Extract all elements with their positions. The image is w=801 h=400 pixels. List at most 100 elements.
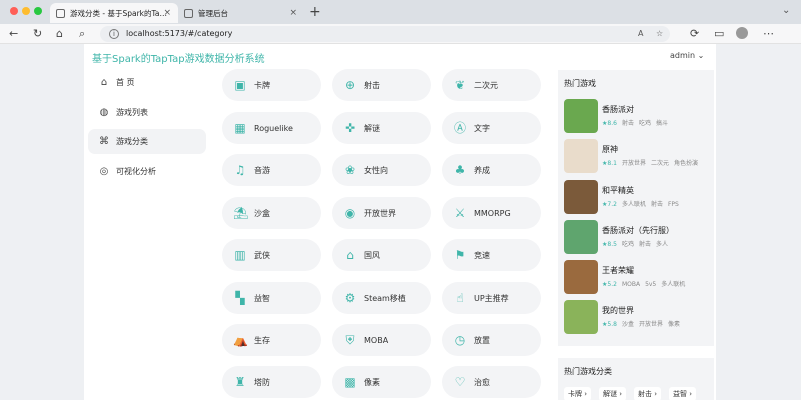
favorite-icon[interactable]: ☆ (656, 26, 663, 42)
butterfly-icon: ❀ (344, 163, 356, 177)
category-card[interactable]: ▥ 武侠 (222, 239, 321, 271)
game-item[interactable]: 香肠派对 ★8.6 射击 吃鸡 搞斗 (564, 99, 710, 135)
category-card[interactable]: ⊕ 射击 (332, 69, 431, 101)
browser-tab-admin[interactable]: 管理后台 × (178, 3, 304, 23)
category-card[interactable]: ▣ 卡牌 (222, 69, 321, 101)
category-label: 二次元 (474, 80, 498, 90)
game-name: 原神 (602, 145, 618, 154)
category-card[interactable]: ◷ 放置 (442, 324, 541, 356)
category-card[interactable]: ✜ 解谜 (332, 112, 431, 144)
game-tag: 多人联机 (661, 281, 686, 288)
profile-avatar-icon[interactable] (736, 27, 748, 39)
game-name: 香肠派对（先行服） (602, 226, 674, 235)
category-card[interactable]: ❦ 二次元 (442, 69, 541, 101)
extensions-icon[interactable]: ⟳ (690, 26, 699, 42)
category-card[interactable]: ⚑ 竞速 (442, 239, 541, 271)
game-item[interactable]: 香肠派对（先行服） ★8.5 吃鸡 射击 多人 (564, 220, 710, 256)
game-item[interactable]: 王者荣耀 ★5.2 MOBA 5v5 多人联机 (564, 260, 710, 296)
category-card[interactable]: ⛨ MOBA (332, 324, 431, 356)
category-label: 解谜 (364, 123, 380, 133)
scroll-icon: ▥ (234, 248, 246, 262)
minimize-window-button[interactable] (22, 7, 30, 15)
game-tag: 二次元 (650, 160, 669, 167)
category-card[interactable]: ⛱ 沙盒 (222, 197, 321, 229)
tab-title: 游戏分类 - 基于Spark的TapTap游戏数据分析系统 (70, 8, 170, 18)
cards-icon: ▣ (234, 78, 246, 92)
category-card[interactable]: ♜ 塔防 (222, 366, 321, 398)
category-label: 文字 (474, 123, 490, 133)
game-tag: 5v5 (645, 281, 657, 288)
category-label: 射击 (364, 80, 380, 90)
anime-icon: ❦ (454, 78, 466, 92)
category-card[interactable]: ♫ 音游 (222, 154, 321, 186)
idle-icon: ◷ (454, 333, 466, 347)
more-options-icon[interactable]: ⋯ (763, 26, 774, 42)
category-card[interactable]: ❀ 女性向 (332, 154, 431, 186)
sidebar-item-visualization[interactable]: ◎ 可视化分析 (88, 159, 206, 184)
close-window-button[interactable] (10, 7, 18, 15)
game-item[interactable]: 原神 ★8.1 开放世界 二次元 角色扮演 (564, 139, 710, 175)
category-label: Roguelike (254, 123, 293, 133)
category-card[interactable]: ♡ 治愈 (442, 366, 541, 398)
category-card[interactable]: ☝ UP主推荐 (442, 282, 541, 314)
blocks-icon: ▚ (235, 291, 245, 305)
swords-icon: ⚔ (454, 206, 466, 220)
flag-icon: ⚑ (454, 248, 466, 262)
hot-games-title: 热门游戏 (564, 79, 596, 88)
browser-toolbar: ← ↻ ⌂ ⌕ i localhost:5173/#/category A ☆ … (0, 24, 801, 44)
maximize-window-button[interactable] (34, 7, 42, 15)
reload-icon[interactable]: ↻ (33, 26, 42, 42)
game-name: 我的世界 (602, 306, 634, 315)
chart-icon: ◎ (99, 166, 109, 177)
category-label: 开放世界 (364, 208, 396, 218)
tower-icon: ♜ (234, 375, 246, 389)
new-tab-icon[interactable]: + (309, 4, 321, 20)
hot-categories-title: 热门游戏分类 (564, 367, 612, 376)
close-tab-icon[interactable]: × (289, 8, 297, 18)
hot-category-chip[interactable]: 解谜 › (599, 387, 627, 400)
game-item[interactable]: 和平精英 ★7.2 多人联机 射击 FPS (564, 180, 710, 216)
sidebar-item-game-list[interactable]: ◍ 游戏列表 (88, 100, 206, 125)
category-card[interactable]: Ⓐ 文字 (442, 112, 541, 144)
browser-tab-category[interactable]: 游戏分类 - 基于Spark的TapTap游戏数据分析系统 × (50, 3, 178, 23)
category-card[interactable]: ◉ 开放世界 (332, 197, 431, 229)
category-card[interactable]: ⚙ Steam移植 (332, 282, 431, 314)
category-card[interactable]: ▦ Roguelike (222, 112, 321, 144)
sidebar-item-label: 首 页 (116, 78, 135, 87)
address-bar[interactable]: i localhost:5173/#/category A ☆ (100, 26, 670, 42)
category-label: 音游 (254, 165, 270, 175)
site-info-icon[interactable]: i (109, 29, 119, 39)
read-aloud-icon[interactable]: A (638, 26, 643, 42)
pixel-icon: ▩ (344, 375, 356, 389)
user-menu[interactable]: admin ⌄ (670, 51, 704, 60)
category-card[interactable]: ⌂ 国风 (332, 239, 431, 271)
category-label: Steam移植 (364, 293, 406, 303)
category-label: MMORPG (474, 208, 511, 218)
category-card[interactable]: ⚔ MMORPG (442, 197, 541, 229)
sidebar-item-label: 可视化分析 (116, 167, 156, 176)
category-card[interactable]: ♣ 养成 (442, 154, 541, 186)
game-name: 香肠派对 (602, 105, 634, 114)
hot-category-chip[interactable]: 射击 › (634, 387, 662, 400)
category-card[interactable]: ⛺ 生存 (222, 324, 321, 356)
game-tag: 射击 (621, 120, 634, 127)
game-item[interactable]: 我的世界 ★5.8 沙盒 开放世界 像素 (564, 300, 710, 336)
puzzle-icon: ✜ (344, 121, 356, 135)
home-icon[interactable]: ⌂ (56, 26, 63, 42)
category-card[interactable]: ▚ 益智 (222, 282, 321, 314)
hot-category-chip[interactable]: 卡牌 › (564, 387, 592, 400)
split-screen-icon[interactable]: ▭ (714, 26, 724, 42)
category-card[interactable]: ▩ 像素 (332, 366, 431, 398)
back-icon[interactable]: ← (9, 26, 18, 42)
tab-list-icon[interactable]: ⌄ (782, 5, 790, 16)
hot-category-chip[interactable]: 益智 › (669, 387, 697, 400)
steam-icon: ⚙ (344, 291, 356, 305)
close-tab-icon[interactable]: × (163, 8, 171, 18)
game-tag: 多人 (655, 241, 668, 248)
sidebar-item-label: 游戏列表 (116, 108, 148, 117)
sidebar-item-home[interactable]: ⌂ 首 页 (88, 70, 206, 95)
gamepad-icon: ⌘ (99, 136, 109, 147)
game-score: 8.1 (607, 160, 617, 167)
sidebar-item-category[interactable]: ⌘ 游戏分类 (88, 129, 206, 154)
search-icon[interactable]: ⌕ (79, 26, 85, 42)
